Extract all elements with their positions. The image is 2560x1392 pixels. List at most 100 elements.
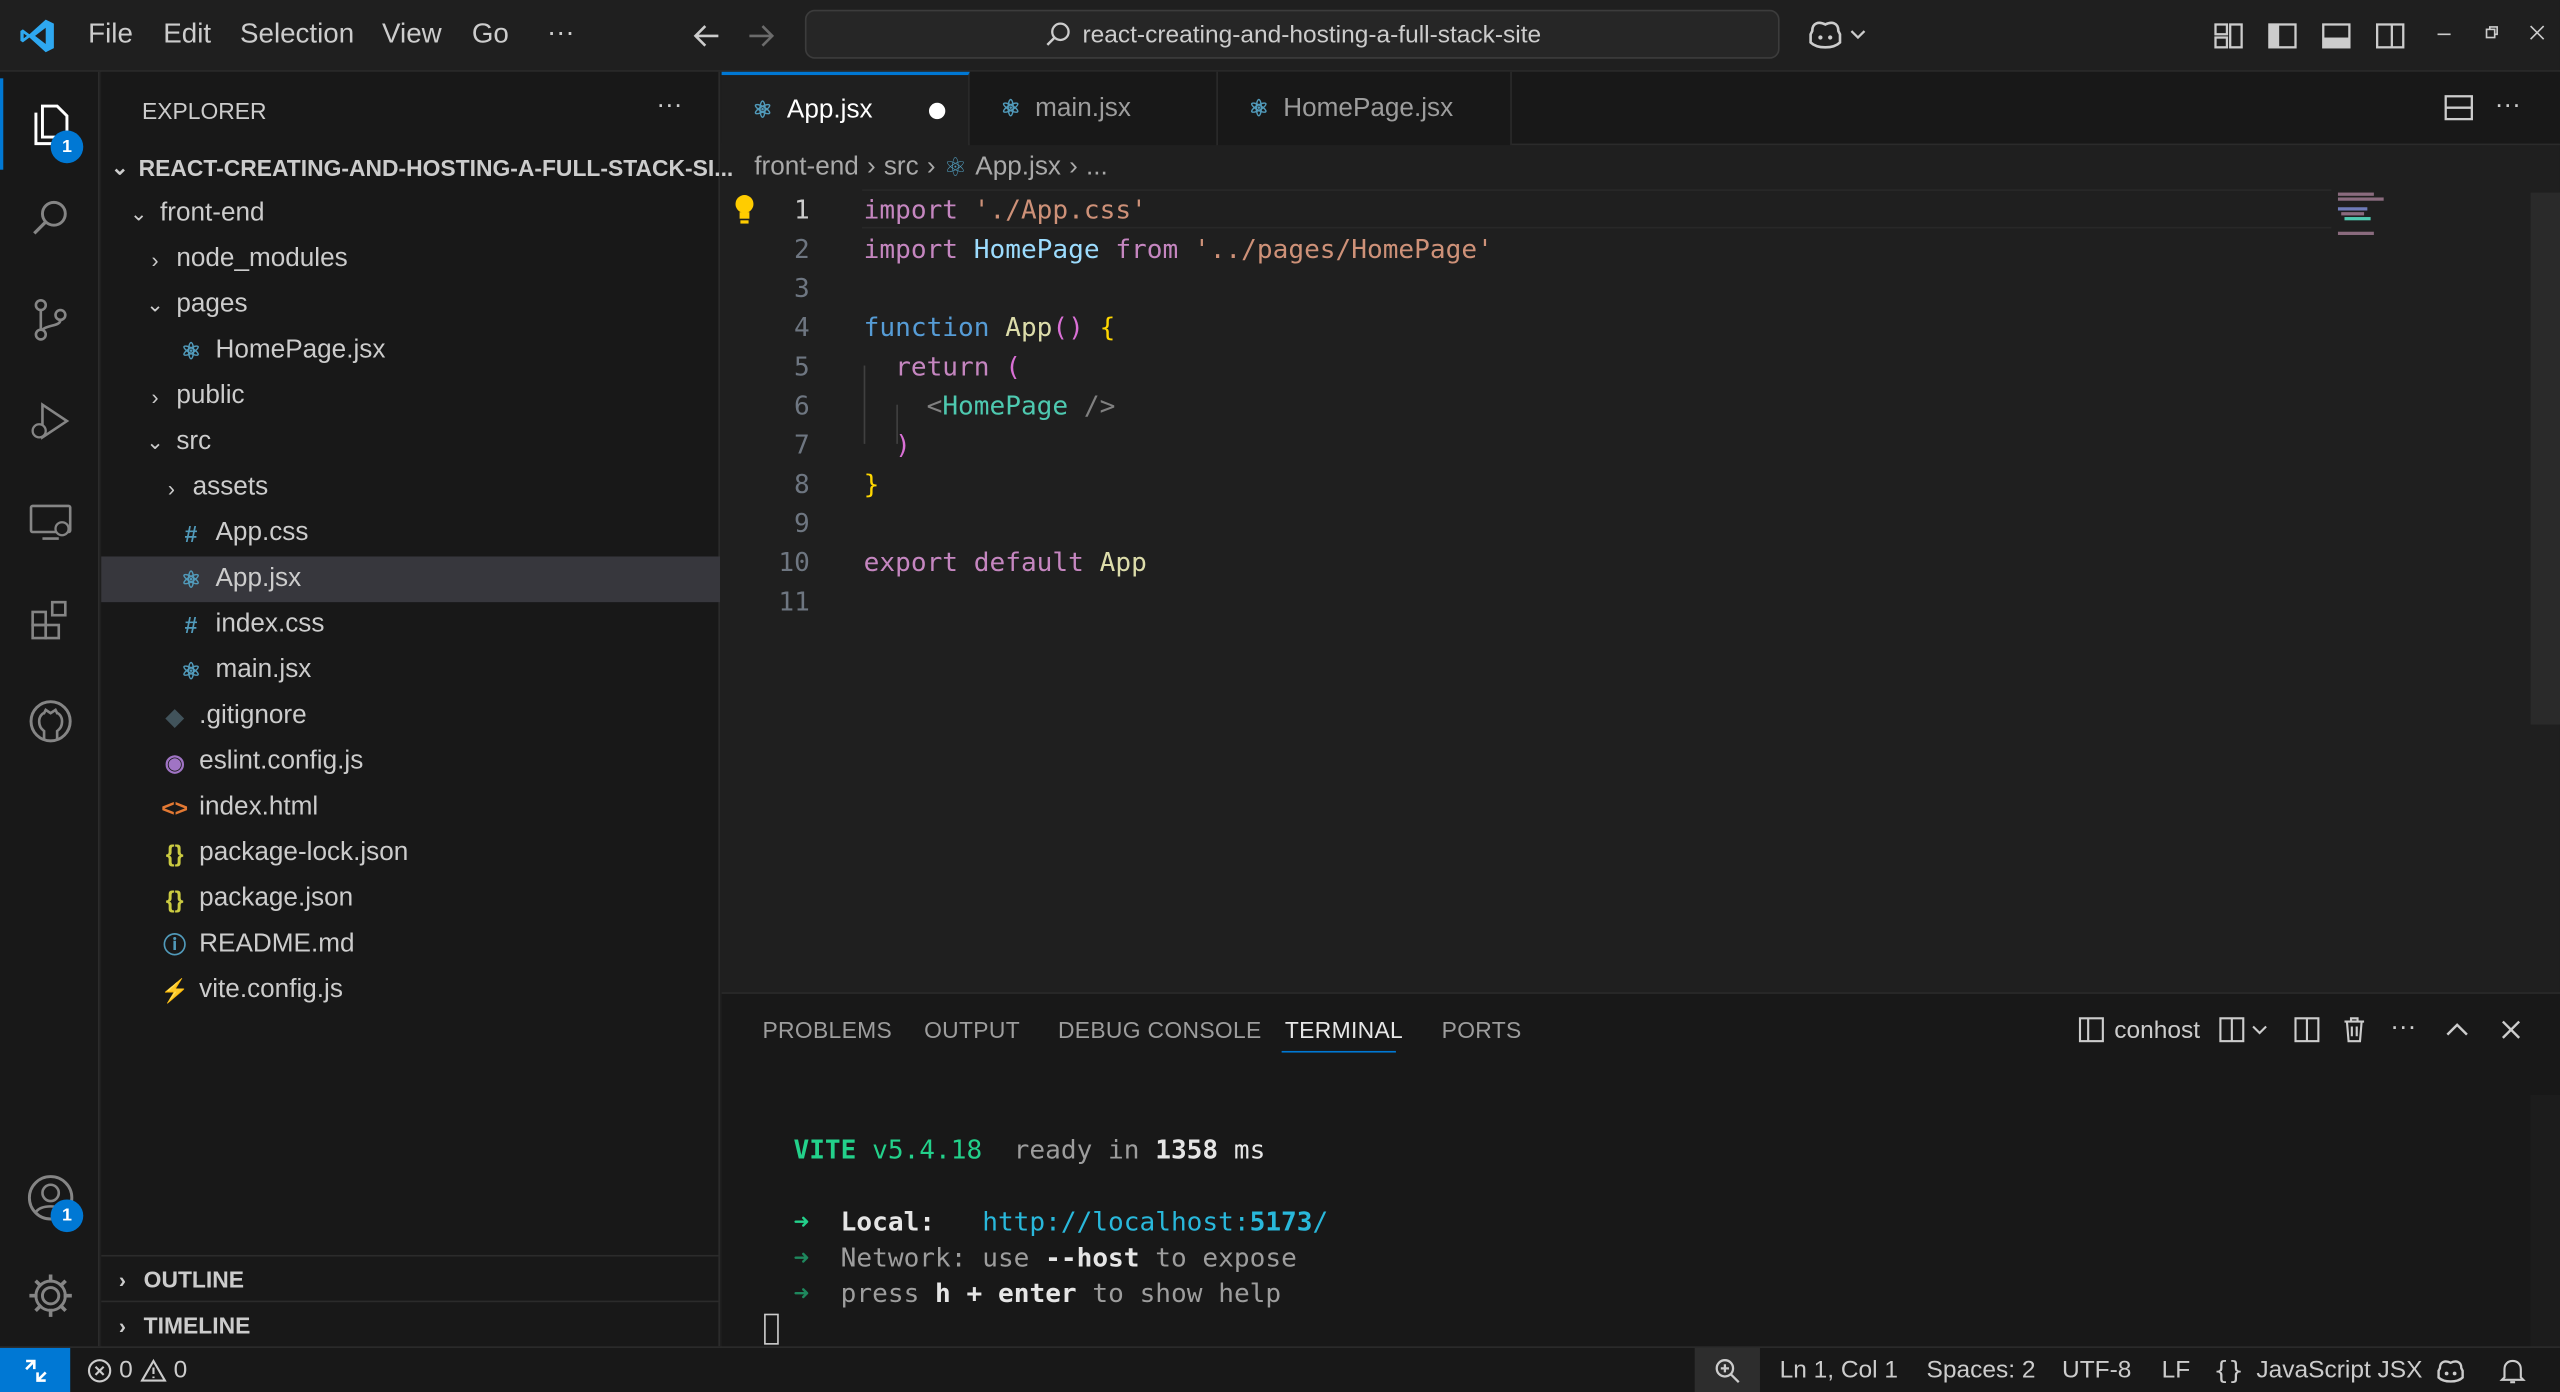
menu-view[interactable]: View bbox=[382, 18, 442, 51]
remote-explorer-button[interactable] bbox=[0, 477, 100, 568]
customize-layout-icon[interactable] bbox=[2212, 20, 2245, 53]
search-button[interactable] bbox=[0, 173, 100, 264]
copilot-menu-button[interactable] bbox=[1806, 16, 1868, 52]
tab-ports[interactable]: PORTS bbox=[1442, 1017, 1522, 1043]
encoding[interactable]: UTF-8 bbox=[2062, 1348, 2131, 1392]
problems-indicator[interactable]: 0 0 bbox=[87, 1348, 187, 1392]
tree-item[interactable]: {} package-lock.json bbox=[101, 831, 720, 877]
tab-debug-console[interactable]: DEBUG CONSOLE bbox=[1058, 1017, 1262, 1043]
code-line: function App() { bbox=[864, 311, 1116, 342]
tree-item[interactable]: ⌄ pages bbox=[101, 282, 720, 328]
tree-item[interactable]: ⓘ README.md bbox=[101, 922, 720, 968]
tree-item-label: node_modules bbox=[176, 244, 348, 273]
github-button[interactable] bbox=[0, 676, 100, 767]
breadcrumb-item[interactable]: App.jsx bbox=[975, 153, 1061, 182]
indentation[interactable]: Spaces: 2 bbox=[1927, 1348, 2036, 1392]
split-editor-icon[interactable] bbox=[2442, 91, 2475, 124]
menu-edit[interactable]: Edit bbox=[163, 18, 211, 51]
remote-indicator[interactable] bbox=[0, 1347, 71, 1392]
workspace-root[interactable]: ⌄ REACT-CREATING-AND-HOSTING-A-FULL-STAC… bbox=[101, 145, 733, 191]
arrow-icon: ➜ bbox=[793, 1241, 810, 1273]
tree-item-label: App.jsx bbox=[215, 564, 302, 593]
source-control-button[interactable] bbox=[0, 274, 100, 365]
toggle-secondary-sidebar-icon[interactable] bbox=[2374, 20, 2407, 53]
tree-item[interactable]: ⌄ front-end bbox=[101, 191, 720, 237]
eslint-icon: ◉ bbox=[164, 748, 185, 775]
tree-item-label: App.css bbox=[215, 518, 309, 547]
tree-item[interactable]: ⚛ main.jsx bbox=[101, 648, 720, 694]
terminal-scrollbar[interactable] bbox=[2530, 1094, 2560, 1348]
manage-button[interactable] bbox=[0, 1250, 100, 1341]
tree-item[interactable]: › assets bbox=[101, 465, 720, 511]
split-panel-icon[interactable] bbox=[2292, 1015, 2321, 1044]
tab-main-jsx[interactable]: ⚛ main.jsx bbox=[969, 71, 1218, 146]
tree-item[interactable]: # App.css bbox=[101, 511, 720, 557]
accounts-button[interactable]: 1 bbox=[0, 1152, 100, 1243]
trash-icon[interactable] bbox=[2340, 1015, 2369, 1044]
tab-problems[interactable]: PROBLEMS bbox=[762, 1017, 892, 1043]
forward-arrow-icon[interactable] bbox=[744, 20, 777, 53]
timeline-section[interactable]: › TIMELINE bbox=[101, 1302, 720, 1348]
command-center-search[interactable]: react-creating-and-hosting-a-full-stack-… bbox=[804, 9, 1780, 59]
explorer-button[interactable]: 1 bbox=[0, 78, 100, 169]
search-icon bbox=[25, 194, 74, 243]
tree-item[interactable]: <> index.html bbox=[101, 785, 720, 831]
tree-item[interactable]: ⚛ HomePage.jsx bbox=[101, 328, 720, 374]
tree-item[interactable]: › node_modules bbox=[101, 237, 720, 283]
line-number: 10 bbox=[778, 545, 810, 577]
local-url[interactable]: http://localhost:5173/ bbox=[982, 1206, 1328, 1237]
breadcrumb-item[interactable]: src bbox=[884, 153, 919, 182]
chevron-up-icon[interactable] bbox=[2442, 1015, 2471, 1044]
explorer-more-button[interactable]: ··· bbox=[656, 91, 682, 120]
tree-item[interactable]: ⚛ App.jsx bbox=[101, 556, 720, 603]
key-h: h bbox=[935, 1277, 951, 1309]
zoom-button[interactable] bbox=[1694, 1347, 1760, 1392]
menu-file[interactable]: File bbox=[88, 18, 133, 51]
language-mode[interactable]: {} JavaScript JSX bbox=[2214, 1348, 2423, 1392]
editor-more-button[interactable]: ··· bbox=[2495, 91, 2521, 120]
tree-item[interactable]: ◆ .gitignore bbox=[101, 694, 720, 740]
new-terminal-button[interactable] bbox=[2217, 1015, 2269, 1044]
toggle-panel-icon[interactable] bbox=[2320, 20, 2353, 53]
breadcrumb-item[interactable]: front-end bbox=[754, 153, 859, 182]
back-arrow-icon[interactable] bbox=[691, 20, 724, 53]
tree-item[interactable]: {} package.json bbox=[101, 876, 720, 922]
vertical-scrollbar[interactable] bbox=[2530, 192, 2560, 725]
unsaved-dot-icon[interactable] bbox=[928, 102, 946, 120]
run-debug-button[interactable] bbox=[0, 375, 100, 466]
minimap[interactable] bbox=[2337, 192, 2403, 235]
tree-item[interactable]: ⌄ src bbox=[101, 419, 720, 465]
close-panel-icon[interactable] bbox=[2496, 1015, 2525, 1044]
tab-output[interactable]: OUTPUT bbox=[924, 1017, 1020, 1043]
code-token: App bbox=[1099, 545, 1147, 577]
outline-section[interactable]: › OUTLINE bbox=[101, 1257, 720, 1303]
copilot-status-icon[interactable] bbox=[2434, 1348, 2467, 1392]
tab-terminal[interactable]: TERMINAL bbox=[1285, 1017, 1403, 1043]
tab-app-jsx[interactable]: ⚛ App.jsx bbox=[721, 71, 970, 146]
terminal-icon bbox=[2077, 1015, 2106, 1044]
minimize-icon[interactable] bbox=[2434, 23, 2454, 43]
bell-icon[interactable] bbox=[2499, 1348, 2526, 1392]
terminal-selector[interactable]: conhost bbox=[2077, 1015, 2200, 1044]
tree-item[interactable]: ⚡ vite.config.js bbox=[101, 968, 720, 1014]
menu-more-button[interactable]: ··· bbox=[547, 16, 575, 49]
close-window-icon[interactable] bbox=[2527, 23, 2547, 43]
code-token: } bbox=[863, 467, 880, 499]
tree-item[interactable]: # index.css bbox=[101, 602, 720, 648]
extensions-button[interactable] bbox=[0, 574, 100, 665]
code-editor[interactable]: 1 import './App.css' 2 import HomePage f… bbox=[722, 189, 2560, 989]
tree-item[interactable]: ◉ eslint.config.js bbox=[101, 739, 720, 785]
timeline-label: TIMELINE bbox=[143, 1312, 251, 1339]
panel-more-button[interactable]: ··· bbox=[2390, 1013, 2416, 1042]
toggle-primary-sidebar-icon[interactable] bbox=[2266, 20, 2299, 53]
react-icon: ⚛ bbox=[1000, 94, 1021, 121]
breadcrumb-item[interactable]: ... bbox=[1086, 153, 1108, 182]
chevron-right-icon: › bbox=[1069, 153, 1078, 182]
tree-item[interactable]: › public bbox=[101, 374, 720, 420]
end-of-line[interactable]: LF bbox=[2162, 1348, 2191, 1392]
tab-homepage-jsx[interactable]: ⚛ HomePage.jsx bbox=[1217, 71, 1512, 146]
menu-go[interactable]: Go bbox=[472, 18, 509, 51]
menu-selection[interactable]: Selection bbox=[240, 18, 354, 51]
restore-icon[interactable] bbox=[2482, 23, 2502, 43]
cursor-position[interactable]: Ln 1, Col 1 bbox=[1780, 1348, 1898, 1392]
